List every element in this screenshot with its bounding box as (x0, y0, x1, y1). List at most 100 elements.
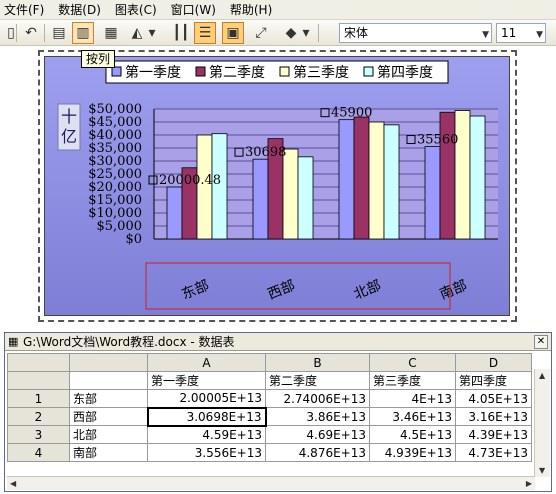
close-icon[interactable]: ✕ (534, 335, 548, 349)
y-tick-label: $35,000 (88, 141, 142, 156)
column-letter-row: A B C D (7, 353, 532, 372)
chevron-down-icon[interactable]: ▼ (536, 26, 543, 44)
row-header[interactable]: 2 (7, 407, 70, 426)
bar (252, 158, 269, 240)
value-cell[interactable]: 3.46E+13 (369, 407, 456, 426)
chevron-down-icon[interactable]: ▼ (482, 26, 489, 44)
column-letter[interactable]: B (265, 353, 370, 372)
value-cell[interactable]: 3.86E+13 (265, 407, 370, 426)
vertical-scrollbar[interactable]: ▲ ▼ (534, 369, 550, 477)
menu-data[interactable]: 数据(D) (58, 1, 101, 18)
toolbar-separator (16, 24, 17, 42)
y-axis-title: 十 (61, 107, 77, 126)
value-axis-gridlines-icon[interactable]: ☰ (194, 22, 216, 44)
fill-color-icon[interactable]: ◆ (280, 22, 302, 44)
series-name-cell[interactable]: 第二季度 (265, 371, 370, 390)
data-label: 30698 (245, 145, 286, 160)
value-cell[interactable]: 4.59E+13 (147, 425, 266, 444)
row-header[interactable] (7, 371, 70, 390)
value-cell[interactable]: 4.876E+13 (265, 443, 370, 462)
undo-icon[interactable]: ↶ (20, 22, 42, 44)
bar (353, 116, 370, 240)
value-cell[interactable]: 4.939E+13 (369, 443, 456, 462)
datasheet-icon: ▦ (8, 335, 19, 348)
page-icon[interactable]: ▯ (0, 22, 22, 44)
scroll-left-icon[interactable]: ◀ (10, 479, 16, 488)
by-row-icon[interactable]: ▤ (48, 22, 70, 44)
scroll-up-icon[interactable]: ▲ (539, 371, 545, 380)
y-axis-title: 亿 (61, 127, 77, 146)
toolbar-separator (44, 24, 45, 42)
font-size-select[interactable]: 11 ▼ (496, 23, 546, 43)
datasheet-title: G:\Word文档\Word教程.docx - 数据表 (23, 335, 235, 349)
value-cell[interactable]: 4.73E+13 (455, 443, 532, 462)
menu-file[interactable]: 文件(F) (4, 1, 44, 18)
column-letter[interactable]: A (147, 353, 266, 372)
value-cell[interactable]: 4.39E+13 (455, 425, 532, 444)
data-label: 20000.48 (159, 173, 221, 188)
x-tick-label: 东部 (180, 278, 212, 303)
legend-swatch (111, 66, 122, 77)
y-tick-label: $45,000 (88, 115, 142, 130)
legend-swatch (279, 66, 290, 77)
scroll-down-icon[interactable]: ▼ (539, 466, 545, 475)
scroll-right-icon[interactable]: ▶ (526, 479, 532, 488)
x-tick-label: 南部 (438, 278, 470, 303)
bar (368, 121, 385, 240)
value-cell[interactable]: 4E+13 (369, 389, 456, 408)
cell[interactable] (69, 371, 148, 390)
bar (282, 148, 299, 240)
value-cell[interactable]: 4.05E+13 (455, 389, 532, 408)
y-tick-label: $40,000 (88, 128, 142, 143)
category-cell[interactable]: 北部 (69, 425, 148, 444)
row-label-header[interactable] (69, 353, 148, 372)
series-name-cell[interactable]: 第四季度 (455, 371, 532, 390)
menu-help[interactable]: 帮助(H) (230, 1, 272, 18)
row-header[interactable]: 1 (7, 389, 70, 408)
value-cell[interactable]: 2.74006E+13 (265, 389, 370, 408)
y-tick-label: $10,000 (88, 206, 142, 221)
y-tick-label: $0 (125, 232, 142, 247)
category-cell[interactable]: 南部 (69, 443, 148, 462)
column-letter[interactable]: C (369, 353, 456, 372)
active-cell[interactable]: 3.0698E+13 (146, 406, 267, 427)
menu-chart[interactable]: 图表(C) (115, 1, 157, 18)
bar (424, 146, 441, 240)
value-cell[interactable]: 4.5E+13 (369, 425, 456, 444)
toolbar-separator (318, 24, 319, 42)
category-cell[interactable]: 东部 (69, 389, 148, 408)
series-name-cell[interactable]: 第三季度 (369, 371, 456, 390)
bar (454, 110, 471, 240)
bar (166, 186, 183, 240)
value-cell[interactable]: 4.69E+13 (265, 425, 370, 444)
series-name-cell[interactable]: 第一季度 (147, 371, 266, 390)
font-name-select[interactable]: 宋体 ▼ (339, 23, 492, 43)
table-row: 2 西部 3.0698E+13 3.86E+13 3.46E+13 3.16E+… (7, 406, 532, 427)
data-label: 45900 (331, 106, 372, 121)
fill-color-dropdown-icon[interactable]: ▾ (300, 22, 312, 44)
by-column-icon[interactable]: ▥ (72, 22, 94, 44)
chart-type-dropdown-icon[interactable]: ▾ (146, 22, 158, 44)
legend-label: 第二季度 (209, 64, 265, 81)
data-table-icon[interactable]: ▦ (100, 22, 122, 44)
row-header[interactable]: 4 (7, 443, 70, 462)
bar (297, 156, 314, 240)
menu-window[interactable]: 窗口(W) (171, 1, 216, 18)
legend-icon[interactable]: ▣ (222, 22, 244, 44)
datasheet-titlebar[interactable]: ▦ G:\Word文档\Word教程.docx - 数据表 ✕ (5, 333, 551, 351)
value-cell[interactable]: 3.16E+13 (455, 407, 532, 426)
row-header[interactable]: 3 (7, 425, 70, 444)
text-direction-icon[interactable]: ⤢ (250, 22, 272, 44)
horizontal-scrollbar[interactable]: ◀ ▶ (7, 476, 535, 490)
grid-corner[interactable] (7, 353, 70, 372)
data-label: 35560 (417, 133, 458, 148)
tooltip: 按列 (81, 50, 116, 68)
column-letter[interactable]: D (455, 353, 532, 372)
category-cell[interactable]: 西部 (69, 407, 148, 426)
datasheet-grid: A B C D 第一季度 第二季度 第三季度 第四季度 1 东部 2.00005… (7, 353, 532, 462)
category-axis-gridlines-icon[interactable]: ┃┃ (170, 22, 192, 44)
value-cell[interactable]: 2.00005E+13 (147, 389, 266, 408)
chart-type-icon[interactable]: ◭ (126, 22, 148, 44)
value-cell[interactable]: 3.556E+13 (147, 443, 266, 462)
x-tick-label: 北部 (352, 278, 384, 303)
